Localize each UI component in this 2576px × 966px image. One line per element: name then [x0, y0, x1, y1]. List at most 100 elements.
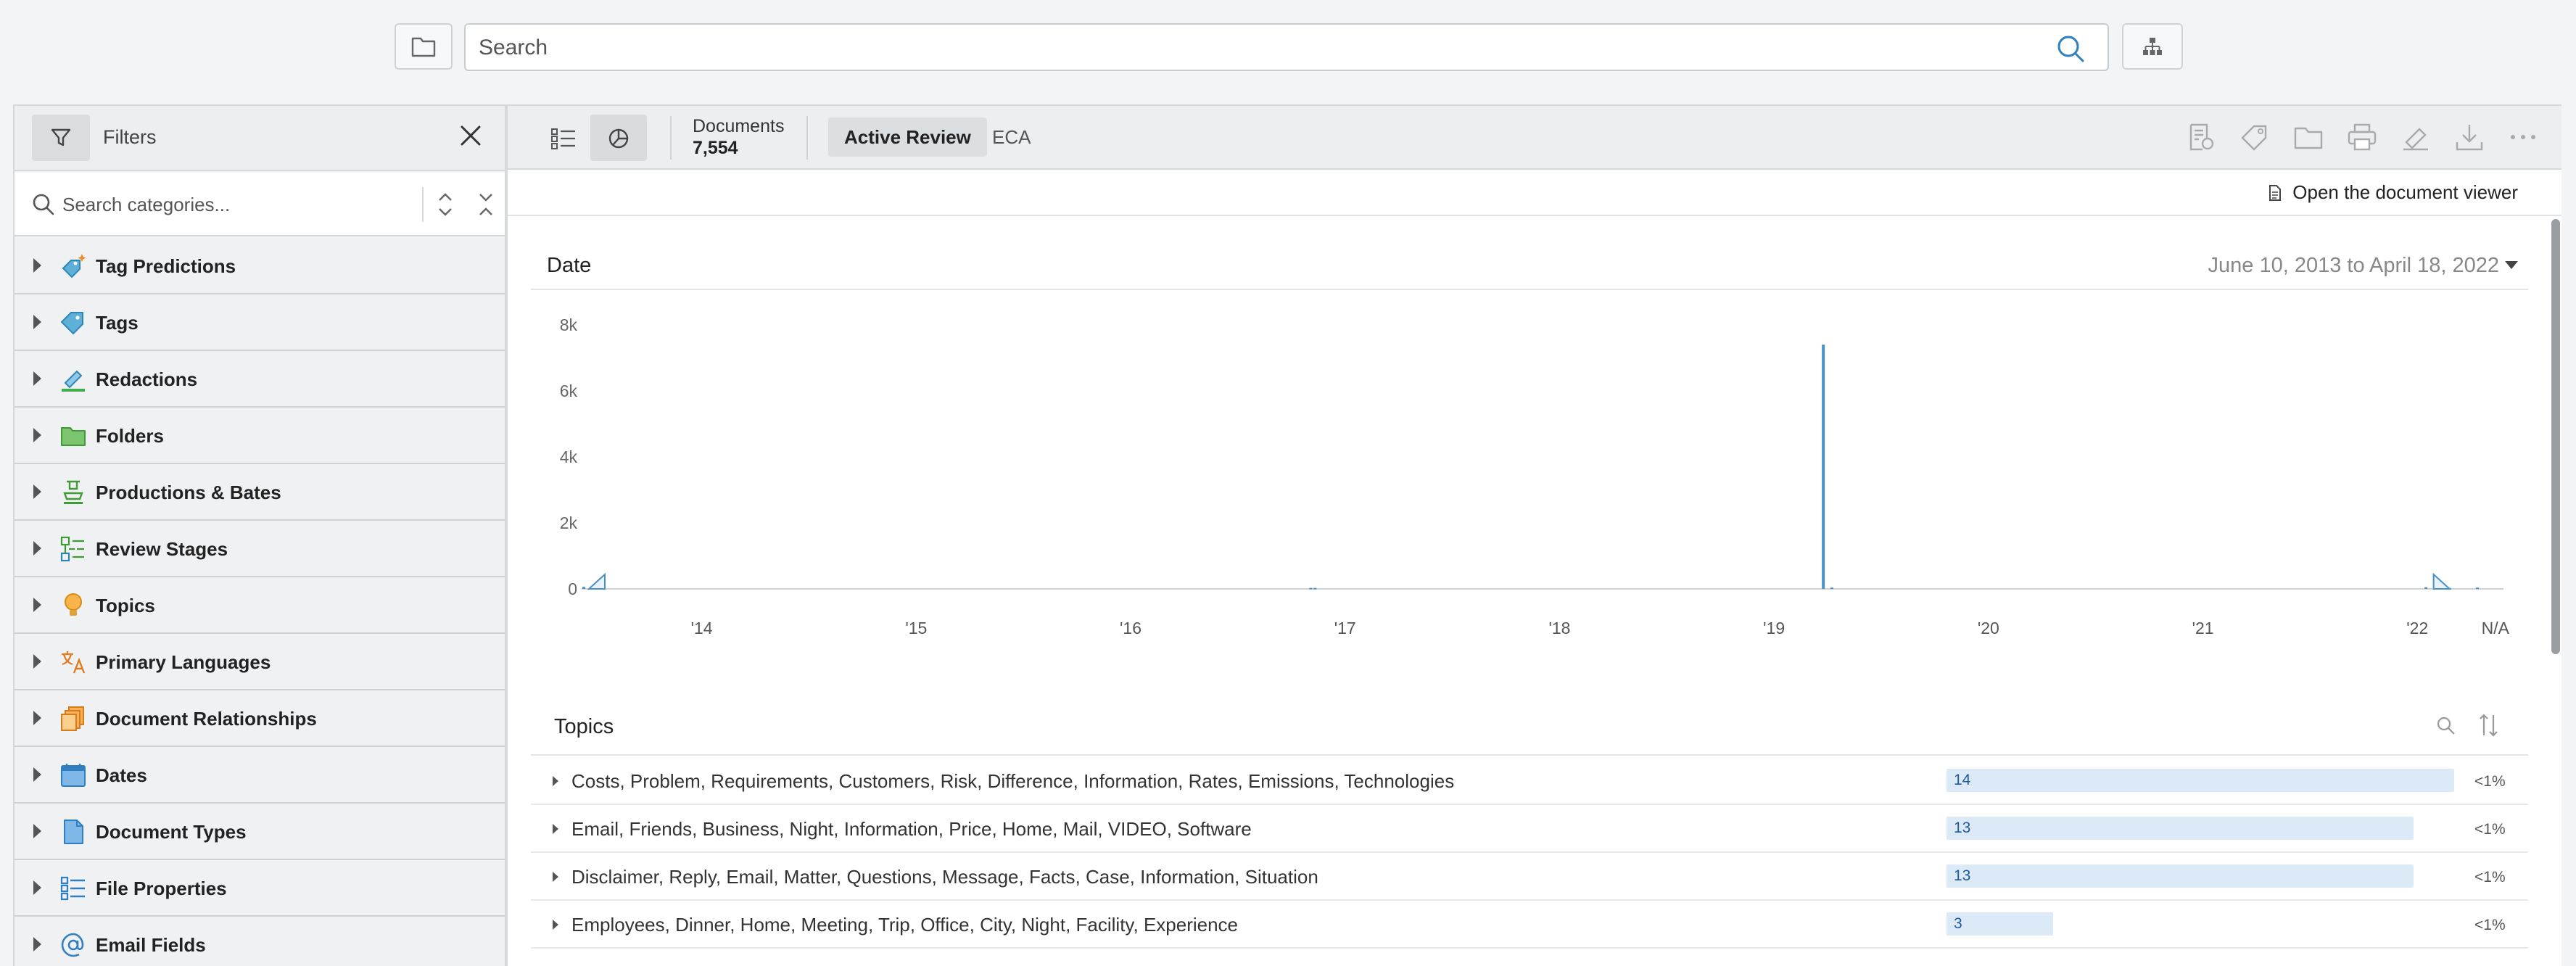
more-icon[interactable] — [2506, 120, 2540, 154]
expand-caret-icon[interactable] — [33, 484, 41, 499]
expand-caret-icon[interactable] — [553, 872, 558, 882]
category-dates[interactable]: Dates — [15, 747, 505, 804]
expand-caret-icon[interactable] — [553, 824, 558, 834]
expand-caret-icon[interactable] — [33, 711, 41, 725]
topic-label: Costs, Problem, Requirements, Customers,… — [571, 770, 1455, 792]
topic-row[interactable]: Employees, Dinner, Home, Meeting, Trip, … — [531, 901, 2528, 949]
toolbar-actions — [2184, 120, 2540, 154]
range-end-handle[interactable] — [2432, 572, 2452, 590]
expand-caret-icon[interactable] — [33, 371, 41, 386]
redact-icon[interactable] — [2399, 120, 2432, 154]
list-view-button[interactable] — [540, 116, 587, 161]
filters-sidebar: Filters Tag Predictions Tags Redactions … — [13, 104, 506, 966]
expand-caret-icon[interactable] — [33, 824, 41, 838]
divider — [806, 116, 808, 160]
tag-icon — [60, 312, 83, 335]
category-document-relationships[interactable]: Document Relationships — [15, 690, 505, 747]
document-icon — [2269, 184, 2282, 201]
histogram-bar — [1822, 344, 1825, 589]
filters-header: Filters — [15, 106, 505, 171]
lightbulb-icon — [65, 593, 82, 616]
folder-browse-button[interactable] — [395, 23, 453, 70]
topic-label: Employees, Dinner, Home, Meeting, Trip, … — [571, 914, 1239, 936]
x-tick-label: '19 — [1763, 619, 1785, 637]
expand-caret-icon[interactable] — [33, 880, 41, 895]
category-topics[interactable]: Topics — [15, 577, 505, 634]
category-search-input[interactable] — [62, 189, 425, 220]
document-relationships-icon — [61, 706, 84, 731]
y-tick-label: 0 — [568, 579, 577, 598]
filter-toggle-button[interactable] — [32, 115, 90, 161]
sort-icon[interactable] — [2477, 712, 2501, 738]
topics-title: Topics — [554, 715, 614, 738]
topic-row[interactable]: Costs, Problem, Requirements, Customers,… — [531, 757, 2528, 805]
range-start-handle[interactable] — [587, 572, 606, 590]
search-field[interactable] — [464, 23, 2109, 71]
expand-caret-icon[interactable] — [33, 767, 41, 782]
category-document-types[interactable]: Document Types — [15, 804, 505, 860]
redaction-marker-icon — [62, 370, 85, 392]
expand-caret-icon[interactable] — [553, 920, 558, 930]
folder-icon — [61, 427, 86, 446]
open-document-viewer-link[interactable]: Open the document viewer — [2268, 181, 2518, 204]
search-icon[interactable] — [2435, 715, 2457, 737]
tab-active-review[interactable]: Active Review — [828, 117, 987, 157]
date-range-selector[interactable]: June 10, 2013 to April 18, 2022 — [2208, 254, 2499, 278]
topic-row[interactable]: Email, Friends, Business, Night, Informa… — [531, 805, 2528, 853]
expand-caret-icon[interactable] — [33, 541, 41, 556]
category-tag-predictions[interactable]: Tag Predictions — [15, 238, 505, 294]
print-icon[interactable] — [2345, 120, 2379, 154]
search-input[interactable] — [479, 32, 2002, 64]
histogram-bar — [1309, 587, 1313, 590]
category-label: Tags — [96, 312, 139, 334]
category-label: File Properties — [96, 878, 227, 899]
category-file-properties[interactable]: File Properties — [15, 860, 505, 917]
expand-caret-icon[interactable] — [33, 654, 41, 669]
folder-icon[interactable] — [2292, 120, 2325, 154]
topic-percent: <1% — [2474, 917, 2506, 933]
divider — [531, 754, 2528, 756]
top-search-bar — [0, 0, 2576, 102]
category-label: Tag Predictions — [96, 255, 236, 277]
tag-icon[interactable] — [2238, 120, 2271, 154]
chart-view-button[interactable] — [590, 115, 647, 161]
tab-eca[interactable]: ECA — [983, 117, 1039, 157]
search-icon[interactable] — [2055, 33, 2086, 64]
date-histogram[interactable]: 0 2k 4k 6k 8k '14 '15 '16 '17 '18 '19 '20 '21 '22 N/A — [531, 290, 2528, 696]
category-email-fields[interactable]: Email Fields — [15, 917, 505, 966]
category-review-stages[interactable]: Review Stages — [15, 521, 505, 577]
review-stages-icon — [60, 536, 84, 562]
histogram-bar — [1830, 587, 1833, 590]
category-list: Tag Predictions Tags Redactions Folders … — [15, 238, 505, 966]
expand-caret-icon[interactable] — [33, 258, 41, 273]
expand-caret-icon[interactable] — [33, 428, 41, 442]
topic-label: Email, Friends, Business, Night, Informa… — [571, 818, 1252, 840]
expand-all-icon[interactable] — [435, 190, 455, 219]
download-icon[interactable] — [2453, 120, 2486, 154]
category-folders[interactable]: Folders — [15, 408, 505, 464]
expand-caret-icon[interactable] — [33, 937, 41, 951]
filters-title: Filters — [103, 126, 157, 148]
category-redactions[interactable]: Redactions — [15, 351, 505, 408]
document-assign-icon[interactable] — [2184, 120, 2218, 154]
topic-percent: <1% — [2474, 821, 2506, 838]
main-panel: Documents 7,554 Active Review ECA Open t… — [506, 104, 2561, 966]
hierarchy-button[interactable] — [2122, 23, 2183, 70]
divider — [670, 116, 672, 160]
category-tags[interactable]: Tags — [15, 294, 505, 351]
close-icon[interactable] — [458, 123, 483, 148]
category-primary-languages[interactable]: Primary Languages — [15, 634, 505, 690]
scrollbar[interactable] — [2550, 216, 2561, 966]
collapse-all-icon[interactable] — [476, 190, 496, 219]
scrollbar-thumb[interactable] — [2551, 219, 2560, 654]
y-tick-label: 4k — [560, 447, 578, 466]
expand-caret-icon[interactable] — [553, 776, 558, 786]
hierarchy-icon — [2143, 38, 2162, 55]
dropdown-caret-icon[interactable] — [2505, 261, 2518, 269]
expand-caret-icon[interactable] — [33, 598, 41, 612]
divider — [422, 187, 424, 222]
topic-row[interactable]: Disclaimer, Reply, Email, Matter, Questi… — [531, 853, 2528, 901]
expand-caret-icon[interactable] — [33, 315, 41, 329]
date-chart-title: Date — [547, 254, 592, 277]
category-productions-bates[interactable]: Productions & Bates — [15, 464, 505, 521]
